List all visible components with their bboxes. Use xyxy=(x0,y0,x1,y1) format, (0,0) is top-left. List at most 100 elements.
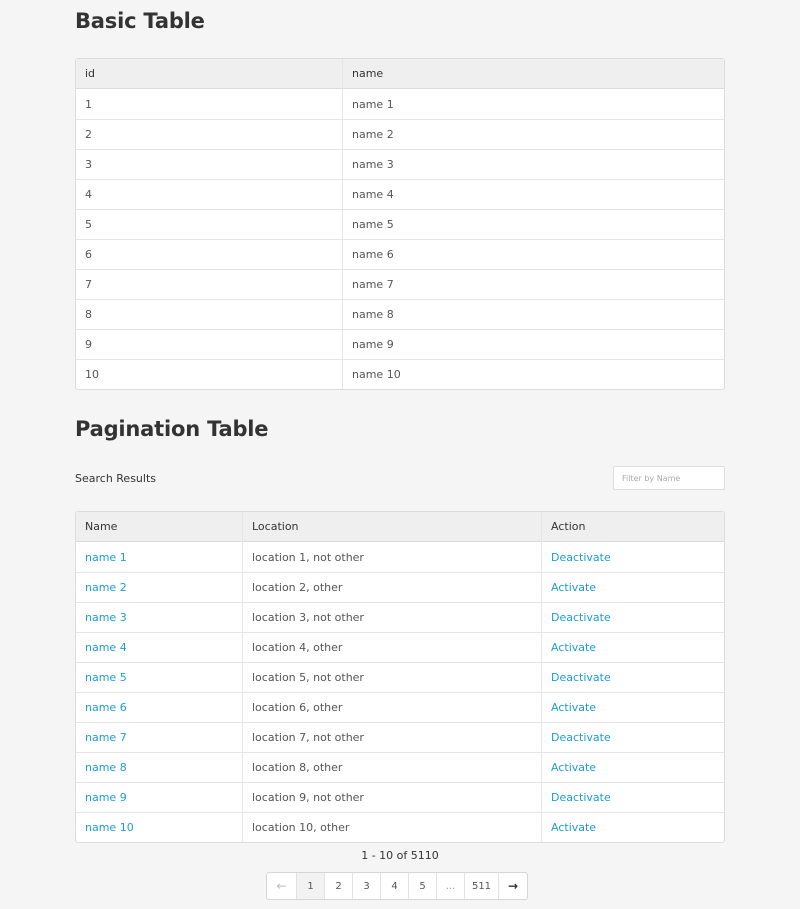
name-cell: name 6 xyxy=(342,239,724,269)
column-header-id: id xyxy=(76,59,342,89)
table-row: 8 name 8 xyxy=(76,299,724,329)
table-row: name 10 location 10, other Activate xyxy=(76,812,724,842)
name-link[interactable]: name 8 xyxy=(85,761,127,774)
location-cell: location 10, other xyxy=(242,812,541,842)
table-row: name 4 location 4, other Activate xyxy=(76,632,724,662)
table-row: name 2 location 2, other Activate xyxy=(76,572,724,602)
name-link[interactable]: name 2 xyxy=(85,581,127,594)
name-cell: name 9 xyxy=(76,782,242,812)
id-cell: 7 xyxy=(76,269,342,299)
deactivate-link[interactable]: Deactivate xyxy=(551,671,611,684)
name-cell: name 10 xyxy=(76,812,242,842)
id-cell: 9 xyxy=(76,329,342,359)
location-cell: location 1, not other xyxy=(242,542,541,572)
table-row: name 3 location 3, not other Deactivate xyxy=(76,602,724,632)
table-row: 3 name 3 xyxy=(76,149,724,179)
id-cell: 3 xyxy=(76,149,342,179)
name-cell: name 8 xyxy=(342,299,724,329)
id-cell: 4 xyxy=(76,179,342,209)
name-cell: name 3 xyxy=(76,602,242,632)
name-cell: name 1 xyxy=(76,542,242,572)
id-cell: 10 xyxy=(76,359,342,389)
table-row: 2 name 2 xyxy=(76,119,724,149)
name-cell: name 6 xyxy=(76,692,242,722)
search-results-label: Search Results xyxy=(75,472,157,485)
activate-link[interactable]: Activate xyxy=(551,761,596,774)
table-row: 1 name 1 xyxy=(76,89,724,119)
page-button-last[interactable]: 511 xyxy=(464,873,498,899)
name-cell: name 10 xyxy=(342,359,724,389)
name-cell: name 8 xyxy=(76,752,242,782)
page-button-3[interactable]: 3 xyxy=(352,873,380,899)
name-link[interactable]: name 5 xyxy=(85,671,127,684)
table-row: 5 name 5 xyxy=(76,209,724,239)
column-header-location[interactable]: Location xyxy=(242,512,541,542)
action-cell: Deactivate xyxy=(541,782,724,812)
location-cell: location 5, not other xyxy=(242,662,541,692)
name-cell: name 5 xyxy=(76,662,242,692)
location-cell: location 4, other xyxy=(242,632,541,662)
page-button-5[interactable]: 5 xyxy=(408,873,436,899)
table-row: 9 name 9 xyxy=(76,329,724,359)
table-row: 10 name 10 xyxy=(76,359,724,389)
activate-link[interactable]: Activate xyxy=(551,581,596,594)
action-cell: Deactivate xyxy=(541,722,724,752)
name-link[interactable]: name 3 xyxy=(85,611,127,624)
location-cell: location 2, other xyxy=(242,572,541,602)
basic-table-title: Basic Table xyxy=(75,9,205,33)
page-button-1[interactable]: 1 xyxy=(296,873,324,899)
table-row: name 8 location 8, other Activate xyxy=(76,752,724,782)
id-cell: 2 xyxy=(76,119,342,149)
basic-table-header-row: id name xyxy=(76,59,724,89)
deactivate-link[interactable]: Deactivate xyxy=(551,731,611,744)
page-ellipsis: ... xyxy=(436,873,464,899)
name-link[interactable]: name 9 xyxy=(85,791,127,804)
basic-table: id name 1 name 1 2 name 2 3 name 3 4 name 4 5 nam… xyxy=(75,58,725,390)
filter-by-name-input[interactable] xyxy=(613,466,725,490)
table-row: 4 name 4 xyxy=(76,179,724,209)
name-link[interactable]: name 7 xyxy=(85,731,127,744)
name-cell: name 2 xyxy=(76,572,242,602)
name-cell: name 2 xyxy=(342,119,724,149)
deactivate-link[interactable]: Deactivate xyxy=(551,611,611,624)
activate-link[interactable]: Activate xyxy=(551,641,596,654)
column-header-name[interactable]: Name xyxy=(76,512,242,542)
location-cell: location 7, not other xyxy=(242,722,541,752)
name-cell: name 4 xyxy=(342,179,724,209)
next-page-button[interactable]: → xyxy=(498,873,527,899)
results-range-text: 1 - 10 of 5110 xyxy=(361,849,439,862)
name-link[interactable]: name 10 xyxy=(85,821,134,834)
deactivate-link[interactable]: Deactivate xyxy=(551,551,611,564)
arrow-left-icon: ← xyxy=(276,879,287,893)
action-cell: Activate xyxy=(541,752,724,782)
table-row: name 1 location 1, not other Deactivate xyxy=(76,542,724,572)
id-cell: 5 xyxy=(76,209,342,239)
name-cell: name 5 xyxy=(342,209,724,239)
name-link[interactable]: name 6 xyxy=(85,701,127,714)
name-cell: name 3 xyxy=(342,149,724,179)
table-row: 6 name 6 xyxy=(76,239,724,269)
pagination-table-header-row: Name Location Action xyxy=(76,512,724,542)
activate-link[interactable]: Activate xyxy=(551,821,596,834)
action-cell: Activate xyxy=(541,572,724,602)
column-header-name: name xyxy=(342,59,724,89)
deactivate-link[interactable]: Deactivate xyxy=(551,791,611,804)
name-link[interactable]: name 4 xyxy=(85,641,127,654)
table-row: name 9 location 9, not other Deactivate xyxy=(76,782,724,812)
name-cell: name 9 xyxy=(342,329,724,359)
action-cell: Activate xyxy=(541,692,724,722)
page-button-2[interactable]: 2 xyxy=(324,873,352,899)
page-button-4[interactable]: 4 xyxy=(380,873,408,899)
action-cell: Activate xyxy=(541,812,724,842)
prev-page-button[interactable]: ← xyxy=(267,873,296,899)
location-cell: location 9, not other xyxy=(242,782,541,812)
action-cell: Deactivate xyxy=(541,662,724,692)
table-row: name 7 location 7, not other Deactivate xyxy=(76,722,724,752)
name-link[interactable]: name 1 xyxy=(85,551,127,564)
arrow-right-icon: → xyxy=(507,879,519,893)
name-cell: name 7 xyxy=(76,722,242,752)
name-cell: name 4 xyxy=(76,632,242,662)
id-cell: 6 xyxy=(76,239,342,269)
activate-link[interactable]: Activate xyxy=(551,701,596,714)
pagination-control: ← 1 2 3 4 5 ... 511 → xyxy=(266,872,528,900)
